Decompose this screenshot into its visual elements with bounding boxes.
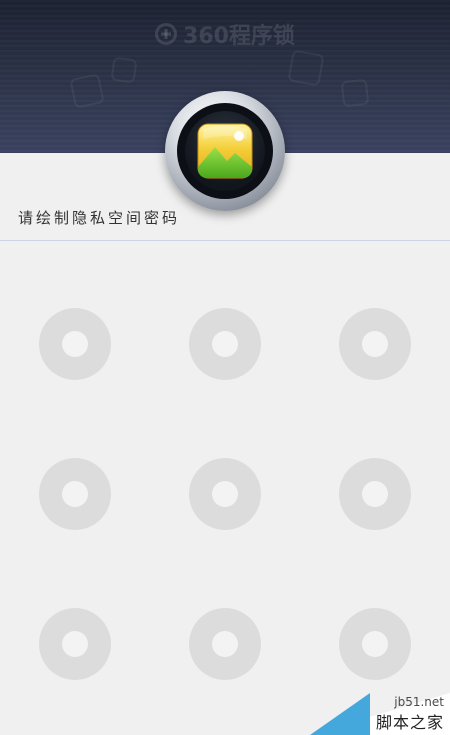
divider — [0, 240, 450, 241]
pattern-dot-center — [62, 331, 88, 357]
site-watermark: jb51.net 脚本之家 — [310, 693, 450, 735]
pattern-dot-center — [362, 331, 388, 357]
ghost-app-icon — [69, 73, 105, 109]
watermark-accent-shape — [310, 693, 370, 735]
ghost-app-icon — [110, 56, 138, 84]
pattern-dot-center — [212, 631, 238, 657]
pattern-dot-center — [212, 481, 238, 507]
watermark-url: jb51.net — [394, 695, 444, 709]
pattern-dot-1[interactable] — [39, 308, 111, 380]
brand-title: 360程序锁 — [0, 18, 450, 50]
pattern-dot-center — [62, 631, 88, 657]
pattern-dot-2[interactable] — [189, 308, 261, 380]
pattern-dot-center — [362, 631, 388, 657]
pattern-dot-center — [362, 481, 388, 507]
photo-gallery-icon — [197, 123, 253, 179]
pattern-dot-4[interactable] — [39, 458, 111, 530]
pattern-dot-8[interactable] — [189, 608, 261, 680]
plus-circle-icon — [155, 23, 178, 45]
private-space-icon — [165, 91, 285, 211]
pattern-dot-center — [62, 481, 88, 507]
brand-text: 360程序锁 — [183, 24, 295, 49]
pattern-dot-5[interactable] — [189, 458, 261, 530]
ghost-app-icon — [340, 78, 370, 108]
pattern-dot-6[interactable] — [339, 458, 411, 530]
pattern-prompt: 请绘制隐私空间密码 — [18, 209, 181, 227]
pattern-dot-7[interactable] — [39, 608, 111, 680]
pattern-dot-3[interactable] — [339, 308, 411, 380]
watermark-name: 脚本之家 — [375, 713, 444, 732]
ghost-app-icon — [287, 49, 325, 87]
pattern-dot-center — [212, 331, 238, 357]
pattern-dot-9[interactable] — [339, 608, 411, 680]
